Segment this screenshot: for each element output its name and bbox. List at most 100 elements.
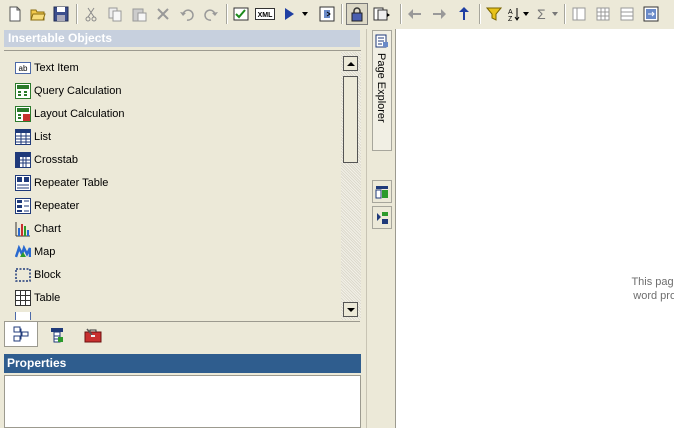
explorer-strip: Page Explorer <box>366 29 396 428</box>
list-item-label: Layout Calculation <box>34 108 125 120</box>
group-icon[interactable] <box>569 3 589 25</box>
toolbar-separator <box>76 4 78 24</box>
canvas-message-line2: word process <box>633 290 674 302</box>
scroll-down-button[interactable] <box>343 302 358 317</box>
cut-icon[interactable] <box>81 3 101 25</box>
tab-source[interactable] <box>4 322 38 347</box>
properties-header: Properties <box>4 354 361 373</box>
condition-explorer-button[interactable] <box>372 206 392 229</box>
up-icon[interactable] <box>454 3 474 25</box>
list-item-partial[interactable] <box>15 312 34 320</box>
repeater-icon <box>15 198 31 214</box>
block-icon <box>15 267 31 283</box>
partial-item-icon <box>15 312 31 320</box>
left-pane: Insertable Objects ab Text Item Query Ca… <box>0 29 366 428</box>
page-explorer-tab[interactable]: Page Explorer <box>372 30 392 151</box>
list-item-label: Chart <box>34 223 61 235</box>
run-icon[interactable] <box>279 3 299 25</box>
list-item-label: Block <box>34 269 61 281</box>
source-tab-icon <box>13 326 29 342</box>
list-item-query-calculation[interactable]: Query Calculation <box>15 82 121 100</box>
toolbox-tab-icon <box>84 328 102 342</box>
report-canvas[interactable]: This page use word process <box>395 29 674 428</box>
list-item-chart[interactable]: Chart <box>15 220 61 238</box>
list-item-map[interactable]: Map <box>15 243 55 261</box>
summarize-icon[interactable]: Σ <box>535 3 561 25</box>
page-explorer-label: Page Explorer <box>375 53 387 123</box>
text-item-icon: ab <box>15 60 31 76</box>
canvas-message-line1: This page use <box>631 276 674 288</box>
tab-data-items[interactable] <box>40 322 74 347</box>
toolbar-separator <box>341 4 343 24</box>
toolbar-separator <box>564 4 566 24</box>
list-item-label: Query Calculation <box>34 85 122 97</box>
list-item-label: Repeater <box>34 200 80 212</box>
properties-panel <box>4 375 361 428</box>
main-toolbar: XML AZ Σ <box>0 0 674 30</box>
tab-toolbox[interactable] <box>76 322 110 347</box>
table-icon <box>15 290 31 306</box>
toolbar-separator <box>479 4 481 24</box>
filter-icon[interactable] <box>484 3 504 25</box>
chart-icon <box>15 221 31 237</box>
query-calculation-icon <box>15 83 31 99</box>
insertable-objects-list: ab Text Item Query Calculation Layout Ca… <box>4 50 361 321</box>
list-item-repeater[interactable]: Repeater <box>15 197 79 215</box>
query-explorer-icon <box>375 185 388 198</box>
list-item-label: Map <box>34 246 56 258</box>
new-icon[interactable] <box>5 3 25 25</box>
list-item-list[interactable]: List <box>15 128 51 146</box>
toolbar-separator <box>400 4 402 24</box>
scroll-up-button[interactable] <box>343 56 358 71</box>
map-icon <box>15 244 31 260</box>
save-icon[interactable] <box>51 3 71 25</box>
back-icon[interactable] <box>405 3 425 25</box>
list-item-label: Crosstab <box>34 154 79 166</box>
run-dropdown-icon[interactable] <box>299 3 311 25</box>
list-item-layout-calculation[interactable]: Layout Calculation <box>15 105 125 123</box>
xml-icon[interactable]: XML <box>255 3 275 25</box>
canvas-message: This page use word process <box>596 275 674 303</box>
condition-explorer-icon <box>377 211 388 224</box>
query-explorer-button[interactable] <box>372 180 392 203</box>
svg-text:A: A <box>508 9 513 16</box>
page-explorer-icon <box>375 34 389 51</box>
list-item-label: Repeater Table <box>34 177 109 189</box>
list-item-table[interactable]: Table <box>15 289 60 307</box>
delete-icon[interactable] <box>153 3 173 25</box>
undo-icon[interactable] <box>177 3 197 25</box>
layout-calculation-icon <box>15 106 31 122</box>
svg-text:Σ: Σ <box>537 6 546 22</box>
svg-text:Z: Z <box>508 16 513 22</box>
list-item-text-item[interactable]: ab Text Item <box>15 59 79 77</box>
crosstab-tool-icon[interactable] <box>617 3 637 25</box>
copy-icon[interactable] <box>105 3 125 25</box>
list-item-block[interactable]: Block <box>15 266 61 284</box>
repeater-table-icon <box>15 175 31 191</box>
lock-icon[interactable] <box>346 3 368 25</box>
redo-icon[interactable] <box>201 3 221 25</box>
left-pane-tabs <box>4 321 360 348</box>
paste-icon[interactable] <box>129 3 149 25</box>
open-icon[interactable] <box>28 3 48 25</box>
list-item-crosstab[interactable]: Crosstab <box>15 151 78 169</box>
section-icon[interactable] <box>593 3 613 25</box>
pages-icon[interactable] <box>372 3 392 25</box>
crosstab-icon <box>15 152 31 168</box>
list-item-label: List <box>34 131 52 143</box>
pivot-icon[interactable] <box>317 3 337 25</box>
toolbar-separator <box>226 4 228 24</box>
scroll-thumb[interactable] <box>343 76 358 163</box>
sort-icon[interactable]: AZ <box>506 3 532 25</box>
validate-icon[interactable] <box>231 3 251 25</box>
list-item-repeater-table[interactable]: Repeater Table <box>15 174 108 192</box>
xml-label: XML <box>258 12 274 19</box>
swap-icon[interactable] <box>641 3 661 25</box>
list-scrollbar[interactable] <box>341 52 361 320</box>
list-item-label: Table <box>34 292 61 304</box>
text-item-glyph: ab <box>19 64 28 73</box>
data-items-tab-icon <box>51 327 63 342</box>
insertable-objects-header: Insertable Objects <box>4 30 360 47</box>
list-item-label: Text Item <box>34 62 79 74</box>
forward-icon[interactable] <box>429 3 449 25</box>
